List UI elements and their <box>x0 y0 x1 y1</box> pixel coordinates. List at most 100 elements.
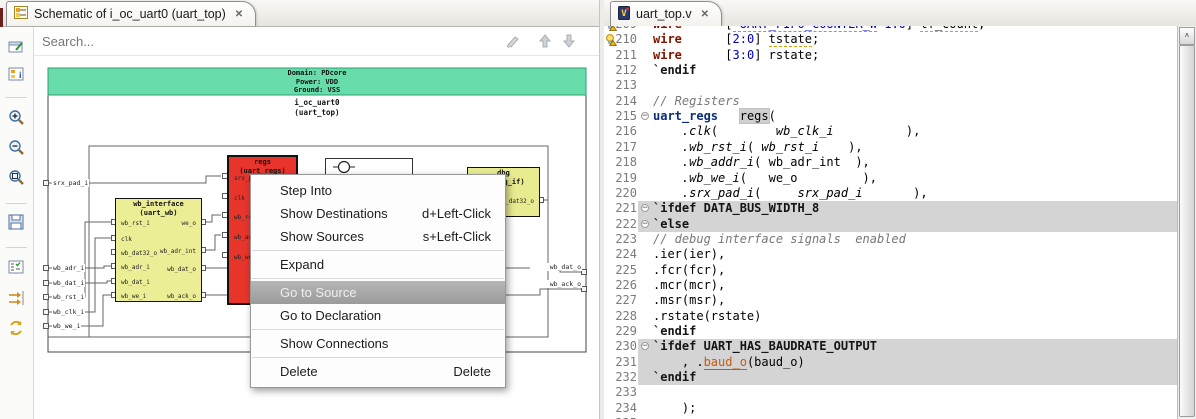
toolbar-separator <box>6 247 27 248</box>
power-domain-banner-line: Ground: VSS <box>293 86 341 95</box>
schematic-tab-icon <box>14 6 28 22</box>
block-title: regs <box>254 158 271 166</box>
port-label-we-o: we_o <box>181 220 196 227</box>
menu-item-show-sources[interactable]: Show Sources s+Left-Click <box>251 225 505 248</box>
line-number: 217 <box>615 139 637 154</box>
new-pinned-view-button[interactable] <box>7 38 27 58</box>
zoom-out-button[interactable] <box>7 138 27 158</box>
zoom-selection-button[interactable] <box>7 168 27 188</box>
line-number: 210 <box>615 32 637 47</box>
editor-vertical-scrollbar[interactable]: ˄ <box>1177 26 1196 419</box>
code-text: , .baud_o(baud_o) <box>653 354 805 370</box>
input-port-wb-clk-i: wb_clk_i <box>52 308 86 316</box>
schematic-tabbar: Schematic of i_oc_uart0 (uart_top) ✕ <box>0 0 599 38</box>
code-text: ); <box>653 400 697 415</box>
code-line-221[interactable]: 221− `ifdef DATA_BUS_WIDTH_8 <box>604 201 1178 217</box>
code-line-230[interactable]: 230− `ifdef UART_HAS_BAUDRATE_OUTPUT <box>604 339 1178 355</box>
menu-item-expand[interactable]: Expand <box>251 253 505 276</box>
menu-item-label: Step Into <box>280 183 333 198</box>
power-domain-banner-line: Domain: PDcore <box>287 69 347 77</box>
instance-name: i_oc_uart0 <box>294 98 340 107</box>
schematic-search-row <box>34 27 599 56</box>
code-line-214[interactable]: 214 // Registers <box>604 94 1178 109</box>
line-number: 228 <box>615 308 637 323</box>
code-line-228[interactable]: 228 .rstate(rstate) <box>604 309 1178 324</box>
code-line-234[interactable]: 234 ); <box>604 401 1178 416</box>
code-line-226[interactable]: 226 .mcr(mcr), <box>604 278 1178 293</box>
code-line-211[interactable]: 211 wire [3:0] rstate; <box>604 48 1178 63</box>
menu-separator <box>252 357 504 358</box>
tab-schematic[interactable]: Schematic of i_oc_uart0 (uart_top) ✕ <box>6 1 257 26</box>
menu-item-show-destinations[interactable]: Show Destinations d+Left-Click <box>251 202 505 225</box>
swap-sides-icon <box>10 320 22 336</box>
menu-item-show-connections[interactable]: Show Connections <box>251 332 505 355</box>
clear-highlight-icon[interactable] <box>504 32 522 50</box>
close-icon[interactable]: ✕ <box>235 9 243 20</box>
properties-icon: i <box>8 67 24 81</box>
line-number: 222 <box>615 216 637 231</box>
fold-collapse-icon[interactable]: − <box>641 112 649 121</box>
code-line-223[interactable]: 223 // debug interface signals enabled <box>604 232 1178 247</box>
code-line-218[interactable]: 218 .wb_addr_i( wb_adr_int ), <box>604 155 1178 170</box>
previous-match-icon[interactable] <box>536 32 554 50</box>
fold-collapse-icon[interactable]: − <box>641 219 649 228</box>
line-number: 227 <box>615 293 637 308</box>
port-label-wb-rst-i: wb_rst_i <box>121 220 150 227</box>
filter-options-icon <box>8 260 24 274</box>
code-line-222[interactable]: 222− `else <box>604 216 1178 232</box>
input-port-wb-we-i: wb_we_i <box>52 322 82 330</box>
code-line-212[interactable]: 212 `endif <box>604 63 1178 78</box>
code-line-227[interactable]: 227 .msr(msr), <box>604 293 1178 308</box>
close-icon[interactable]: ✕ <box>701 9 709 20</box>
code-line-233[interactable]: 233 <box>604 385 1178 400</box>
schematic-view-panel: Schematic of i_oc_uart0 (uart_top) ✕ i D… <box>0 0 600 419</box>
tab-title: Schematic of i_oc_uart0 (uart_top) <box>34 7 226 21</box>
editor-tabbar: V uart_top.v ✕ <box>604 0 1196 27</box>
code-line-232[interactable]: 232 `endif <box>604 370 1178 386</box>
zoom-in-icon <box>9 110 24 125</box>
port-label-wb-adr-i: wb_adr_i <box>121 264 150 271</box>
block-title: wb_interface <box>133 200 184 208</box>
menu-item-go-to-declaration[interactable]: Go to Declaration <box>251 304 505 327</box>
search-input[interactable] <box>40 30 484 52</box>
line-number: 212 <box>615 63 637 78</box>
filter-options-button[interactable] <box>7 258 27 278</box>
menu-item-go-to-source[interactable]: Go to Source <box>251 281 505 304</box>
menu-item-shortcut: d+Left-Click <box>422 206 491 221</box>
code-line-215[interactable]: 215− uart_regs regs( <box>604 109 1178 124</box>
menu-item-step-into[interactable]: Step Into <box>251 179 505 202</box>
code-line-224[interactable]: 224 .ier(ier), <box>604 247 1178 262</box>
trace-through-button[interactable] <box>7 289 27 309</box>
new-pinned-view-icon <box>8 41 23 53</box>
context-menu: Step Into Show Destinations d+Left-Click Sh… <box>250 174 506 388</box>
code-line-210[interactable]: 210 wire [2:0] tstate; <box>604 32 1178 48</box>
fold-collapse-icon[interactable]: − <box>641 342 649 351</box>
code-line-220[interactable]: 220 .srx_pad_i( srx_pad_i ), <box>604 186 1178 201</box>
code-text: .fcr(fcr), <box>653 262 726 277</box>
code-line-219[interactable]: 219 .wb_we_i( we_o ), <box>604 171 1178 186</box>
fold-collapse-icon[interactable]: − <box>641 204 649 213</box>
block-subtitle: (uart_wb) <box>139 209 178 217</box>
code-line-231[interactable]: 231 , .baud_o(baud_o) <box>604 354 1178 371</box>
zoom-in-button[interactable] <box>7 108 27 128</box>
tab-uart-top-v[interactable]: V uart_top.v ✕ <box>610 1 722 26</box>
save-button[interactable] <box>7 213 27 233</box>
code-line-225[interactable]: 225 .fcr(fcr), <box>604 263 1178 278</box>
scrollbar-up-button[interactable]: ˄ <box>1179 27 1195 45</box>
output-port-wb-ack-o: wb_ack_o <box>530 280 582 288</box>
schematic-block-wb-interface[interactable]: wb_interface (uart_wb) wb_rst_i clk wb_dat32… <box>115 198 202 302</box>
port-label-clk: clk <box>234 195 245 202</box>
code-line-229[interactable]: 229 `endif <box>604 324 1178 339</box>
menu-item-label: Show Destinations <box>280 206 388 221</box>
code-line-217[interactable]: 217 .wb_rst_i( wb_rst_i ), <box>604 140 1178 155</box>
code-line-216[interactable]: 216 .clk( wb_clk_i ), <box>604 124 1178 139</box>
properties-button[interactable]: i <box>7 65 27 85</box>
code-text: `ifdef DATA_BUS_WIDTH_8 <box>653 201 820 216</box>
menu-item-delete[interactable]: Delete Delete <box>251 360 505 383</box>
swap-sides-button[interactable] <box>7 319 27 339</box>
port-label-clk: clk <box>121 236 132 243</box>
scrollbar-thumb[interactable] <box>1179 45 1195 417</box>
code-line-213[interactable]: 213 <box>604 78 1178 93</box>
code-editor[interactable]: 209wire [`UART_FIFO_COUNTER_W-1:0] tf_co… <box>604 26 1178 419</box>
next-match-icon[interactable] <box>560 32 578 50</box>
